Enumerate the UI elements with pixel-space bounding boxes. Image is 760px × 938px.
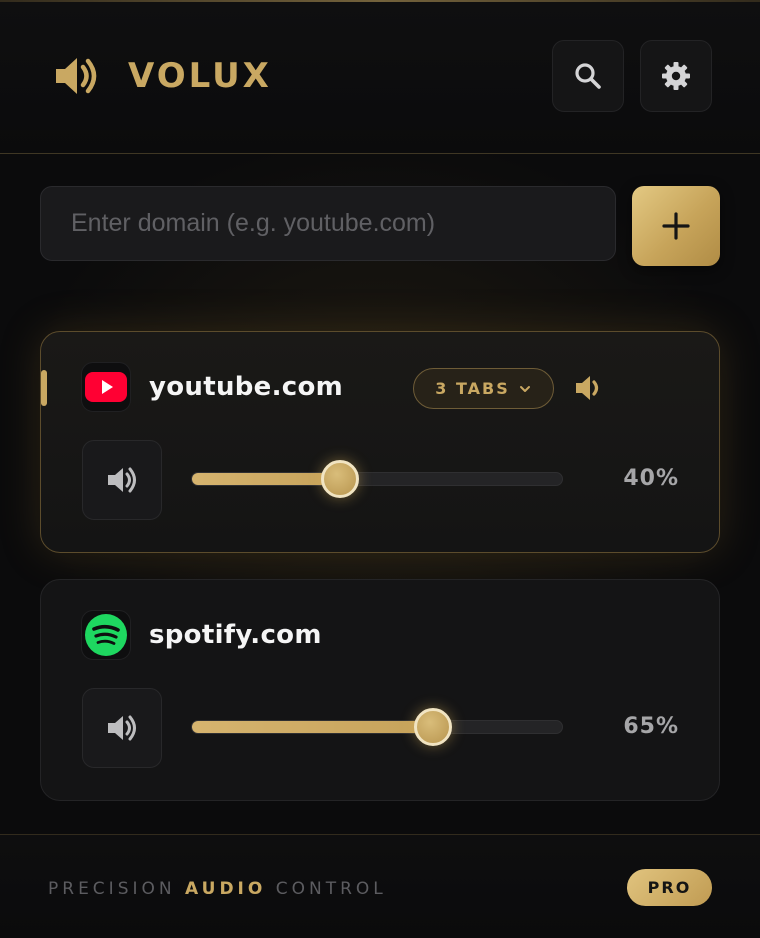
- footer: PRECISION AUDIO CONTROL PRO: [0, 834, 760, 938]
- search-icon: [575, 63, 601, 89]
- volume-value: 65%: [623, 714, 679, 739]
- footer-tagline: PRECISION AUDIO CONTROL: [48, 879, 387, 899]
- app-window: VOLUX Enter domain (e.g. youtube.com) yo…: [0, 0, 760, 938]
- site-card-youtube: youtube.com 3 TABS 40%: [40, 331, 720, 553]
- volume-slider-fill: [192, 473, 340, 485]
- pro-badge: PRO: [627, 869, 712, 906]
- active-indicator: [41, 370, 47, 406]
- tagline-accent: AUDIO: [185, 879, 267, 899]
- site-domain: youtube.com: [149, 372, 344, 402]
- site-favicon: [81, 362, 131, 412]
- gear-icon: [662, 62, 690, 90]
- tagline-part2: CONTROL: [266, 879, 387, 899]
- volume-slider-thumb[interactable]: [321, 460, 359, 498]
- site-domain: spotify.com: [149, 620, 322, 650]
- volume-icon: [108, 715, 136, 741]
- settings-button[interactable]: [640, 40, 712, 112]
- volume-value: 40%: [623, 466, 679, 491]
- mute-button[interactable]: [82, 440, 162, 520]
- tabs-dropdown[interactable]: 3 TABS: [413, 368, 554, 409]
- chevron-down-icon: [519, 385, 530, 392]
- mute-button[interactable]: [82, 688, 162, 768]
- tagline-part1: PRECISION: [48, 879, 185, 899]
- volume-slider[interactable]: [191, 460, 563, 498]
- site-favicon: [81, 610, 131, 660]
- speaker-icon: [56, 58, 97, 94]
- youtube-icon: [85, 372, 127, 402]
- brand-name: VOLUX: [128, 56, 272, 96]
- speaker-playing-icon: [576, 376, 599, 400]
- add-domain-button[interactable]: [632, 186, 720, 266]
- volume-icon: [108, 467, 136, 493]
- site-card-spotify: spotify.com 65%: [40, 579, 720, 801]
- tabs-count-label: 3 TABS: [435, 379, 510, 398]
- domain-input[interactable]: [40, 186, 616, 261]
- header: VOLUX: [0, 2, 760, 154]
- spotify-icon: [85, 614, 127, 656]
- volume-slider-thumb[interactable]: [413, 708, 452, 746]
- search-button[interactable]: [552, 40, 624, 112]
- plus-icon: [662, 212, 690, 240]
- volume-slider-fill: [192, 721, 433, 733]
- volume-slider[interactable]: [191, 708, 563, 746]
